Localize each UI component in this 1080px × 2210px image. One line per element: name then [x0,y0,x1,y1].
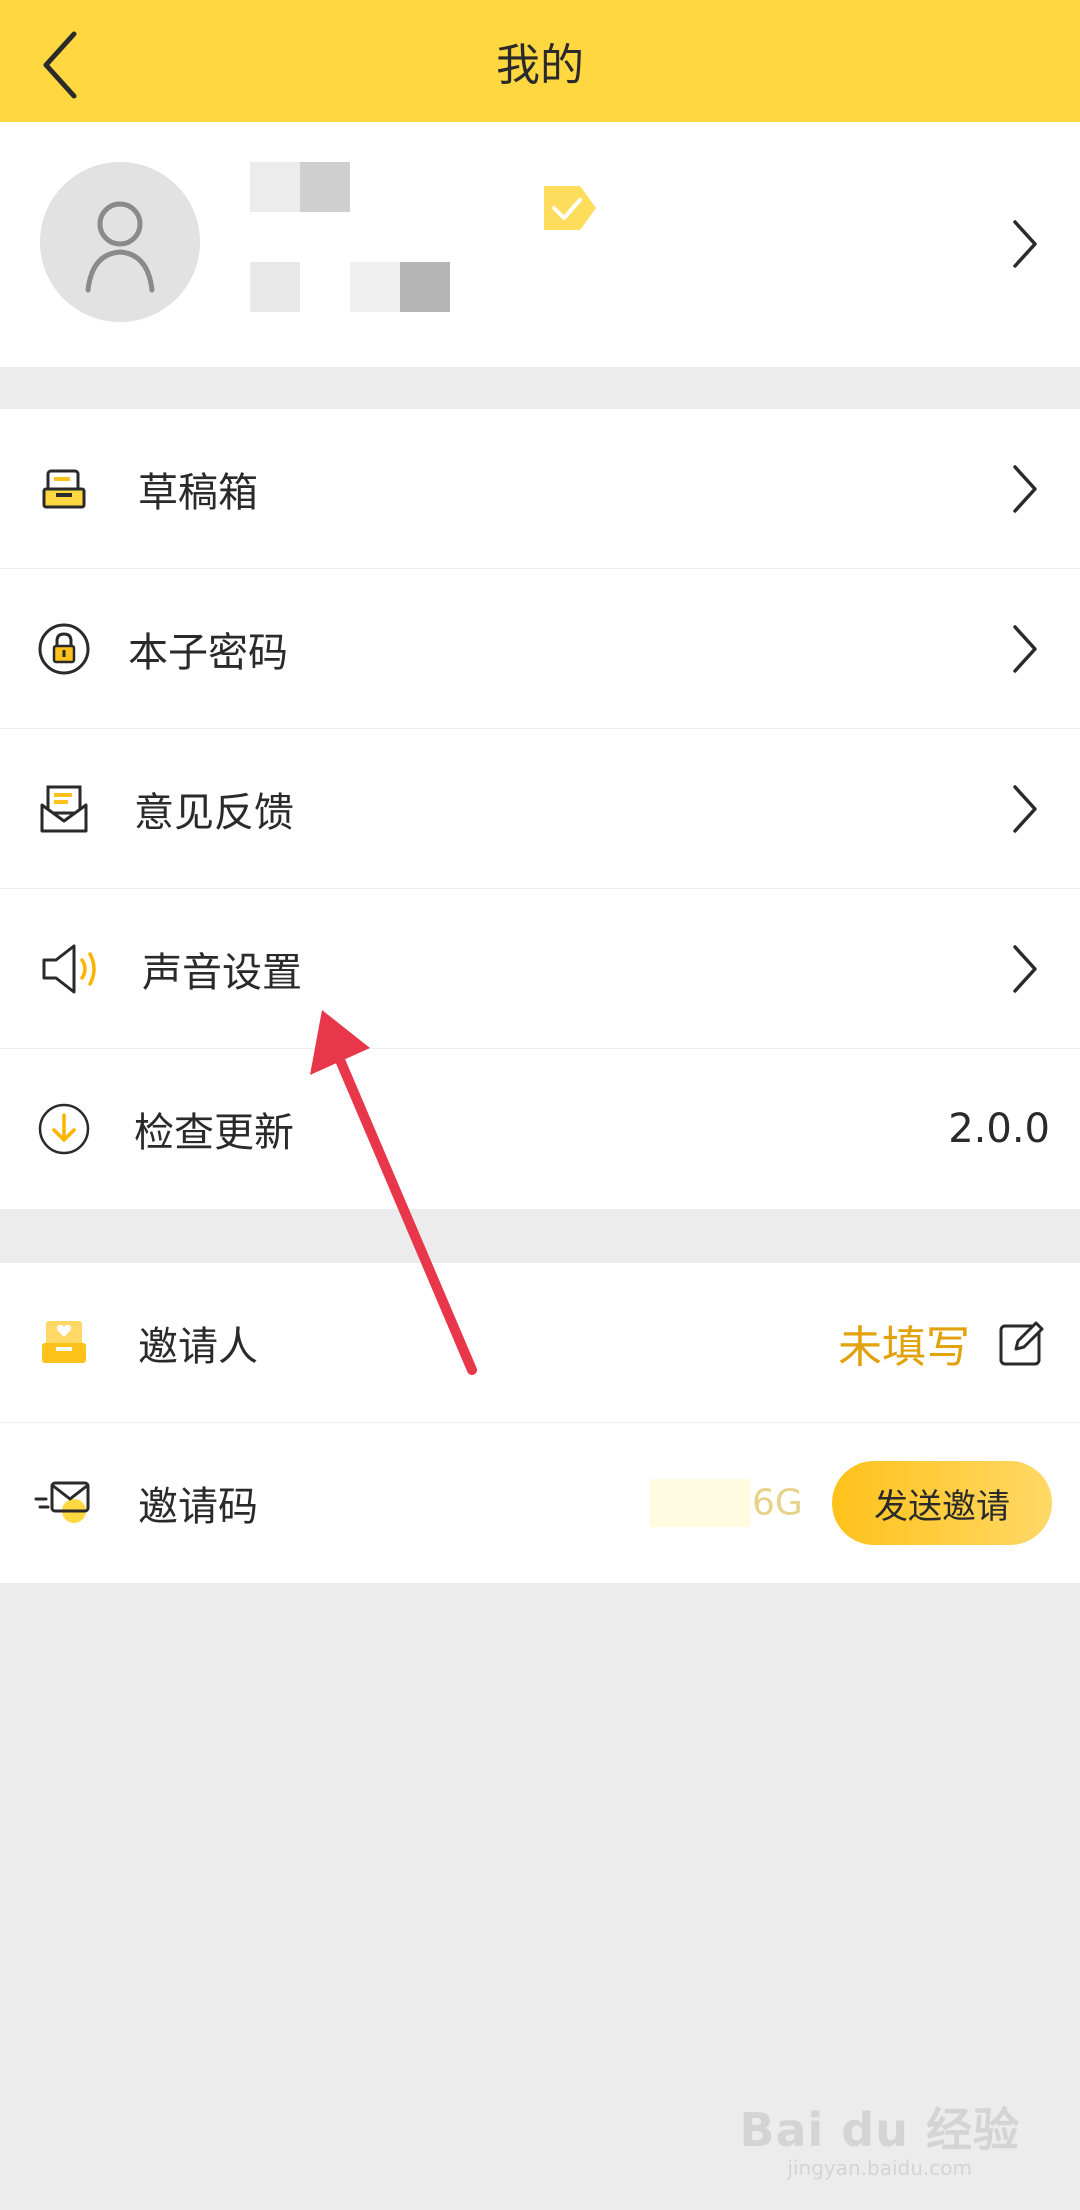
menu-item-sound-settings[interactable]: 声音设置 [0,889,1080,1049]
inviter-label: 邀请人 [138,1324,258,1370]
chevron-right-icon [1013,465,1037,513]
verified-badge-icon [544,186,596,230]
profile-card[interactable] [0,122,1080,367]
menu-item-label: 声音设置 [142,950,302,996]
baidu-watermark: Bai du 经验 jingyan.baidu.com [739,2094,1020,2180]
invite-section: 邀请人 未填写 邀请码 6G 发送邀请 [0,1263,1080,1583]
drafts-box-icon [32,457,96,521]
username-blurred [250,162,300,212]
menu-chevron [1010,459,1040,519]
send-invite-button[interactable]: 发送邀请 [832,1461,1052,1545]
feedback-envelope-icon [32,777,96,841]
heart-inbox-icon [32,1311,96,1375]
invite-code-label: 邀请码 [138,1484,258,1530]
chevron-right-icon [1013,625,1037,673]
settings-menu: 草稿箱 本子密码 意见反馈 声音设置 检查更新 2.0.0 [0,409,1080,1209]
user-avatar-icon [40,162,200,322]
send-mail-icon [32,1471,96,1535]
menu-item-label: 草稿箱 [138,470,258,516]
profile-chevron[interactable] [1010,214,1040,274]
invite-code-row: 邀请码 6G 发送邀请 [0,1423,1080,1583]
menu-chevron [1010,779,1040,839]
inviter-row[interactable]: 邀请人 未填写 [0,1263,1080,1423]
menu-chevron [1010,619,1040,679]
download-update-icon [32,1097,96,1161]
inviter-status: 未填写 [838,1322,970,1373]
invite-code-tail: 6G [752,1482,803,1524]
menu-chevron [1010,939,1040,999]
app-header: 我的 [0,0,1080,122]
invite-code-blurred [650,1479,750,1527]
menu-item-label: 本子密码 [128,630,288,676]
chevron-right-icon [1013,220,1037,268]
edit-icon[interactable] [998,1319,1046,1367]
user-id-blurred-2 [350,262,400,312]
username-blurred-2 [300,162,350,212]
lock-icon [32,617,96,681]
user-id-blurred-3 [400,262,450,312]
app-version: 2.0.0 [948,1106,1050,1152]
page-title: 我的 [496,40,584,91]
watermark-brand: Bai du 经验 [739,2103,1020,2157]
user-id-blurred [250,262,300,312]
menu-item-label: 意见反馈 [134,790,294,836]
menu-item-check-update[interactable]: 检查更新 2.0.0 [0,1049,1080,1209]
menu-item-drafts[interactable]: 草稿箱 [0,409,1080,569]
chevron-right-icon [1013,945,1037,993]
menu-item-label: 检查更新 [134,1110,294,1156]
menu-item-feedback[interactable]: 意见反馈 [0,729,1080,889]
menu-item-notebook-password[interactable]: 本子密码 [0,569,1080,729]
chevron-right-icon [1013,785,1037,833]
speaker-icon [40,937,104,1001]
